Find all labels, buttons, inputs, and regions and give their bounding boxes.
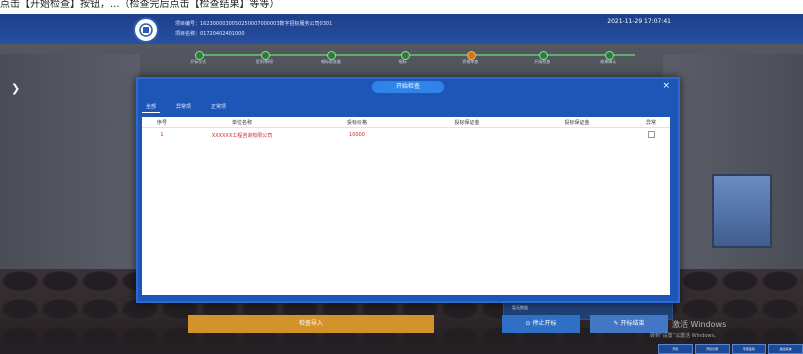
- col-margin: 投标保证金: [454, 119, 480, 126]
- bottom-taskbar: 开标 开标记录 专家签到 退出系统: [658, 344, 803, 354]
- row-index: 1: [160, 132, 164, 138]
- taskbar-item-4[interactable]: 退出系统: [768, 344, 803, 354]
- windows-activation-sub: 转到“设置”以激活 Windows。: [650, 333, 720, 339]
- project-number: 项目编号：1623000030050250007000003数字招标服务公司03…: [175, 21, 333, 27]
- inspection-modal: 开始检查 × 全部 异常项 正常项 序号 单位名称 投标价格 投标保证金 投标保…: [136, 77, 680, 303]
- top-header-bar: 项目编号：1623000030050250007000003数字招标服务公司03…: [0, 14, 803, 44]
- step-label-1: 开标仪式: [190, 59, 207, 64]
- col-flag: 异常: [645, 119, 656, 126]
- tab-normal[interactable]: 正常项: [207, 101, 230, 113]
- col-company: 单位名称: [231, 119, 252, 126]
- datetime: 2021-11-29 17:07:41: [607, 18, 671, 25]
- close-icon[interactable]: ×: [662, 81, 670, 91]
- logo-icon: [133, 17, 159, 43]
- table-header: 序号 单位名称 投标价格 投标保证金 投标保证金 异常: [142, 117, 670, 128]
- left-wall: [0, 54, 140, 294]
- results-table: 序号 单位名称 投标价格 投标保证金 投标保证金 异常 1 XXXXXX工程咨询…: [142, 117, 670, 295]
- taskbar-item-2[interactable]: 开标记录: [694, 344, 730, 354]
- col-index: 序号: [156, 119, 167, 126]
- taskbar-item-1[interactable]: 开标: [658, 344, 693, 354]
- import-button[interactable]: 检查导入: [188, 315, 434, 333]
- instruction-text: 点击【开始检查】按钮，...（检查完后点击【检查结果】等等）: [0, 0, 803, 14]
- row-flag: [632, 130, 670, 140]
- step-label-7: 结果确认: [600, 59, 617, 64]
- finish-opening-button[interactable]: ✎ 开标结束: [590, 315, 668, 333]
- windows-activation-title: 激活 Windows: [672, 320, 727, 329]
- conference-room-background: 项目编号：1623000030050250007000003数字招标服务公司03…: [0, 14, 803, 354]
- table-row[interactable]: 1 XXXXXX工程咨询有限公司 10000: [142, 128, 670, 142]
- col-margin-2: 投标保证金: [564, 119, 590, 126]
- project-name: 项目名称：01720402401000: [175, 31, 245, 37]
- side-panel-text: 暂无数据: [512, 305, 528, 310]
- step-label-6: 开始检查: [534, 59, 551, 64]
- row-price: 10000: [349, 132, 365, 138]
- step-label-5: 资格审查: [462, 59, 479, 64]
- row-company: XXXXXX工程咨询有限公司: [211, 132, 273, 139]
- tab-abnormal[interactable]: 异常项: [172, 101, 195, 113]
- step-label-4: 唱标: [398, 59, 407, 64]
- progress-steps: 开标仪式 签到/解密 唱标前准备 唱标 资格审查 开始检查 结果确认: [190, 50, 635, 64]
- modal-tabs: 全部 异常项 正常项: [142, 101, 230, 113]
- stop-opening-button[interactable]: ⊙ 停止开标: [502, 315, 580, 333]
- step-label-2: 签到/解密: [255, 59, 274, 64]
- tab-all[interactable]: 全部: [142, 101, 161, 113]
- back-arrow-icon[interactable]: ❯: [11, 82, 20, 95]
- modal-title: 开始检查: [372, 81, 444, 93]
- col-price: 投标价格: [346, 119, 367, 126]
- row-checkbox[interactable]: [647, 130, 655, 138]
- step-label-3: 唱标前准备: [321, 59, 341, 64]
- side-screen: [712, 174, 772, 248]
- taskbar-item-3[interactable]: 专家签到: [731, 344, 767, 354]
